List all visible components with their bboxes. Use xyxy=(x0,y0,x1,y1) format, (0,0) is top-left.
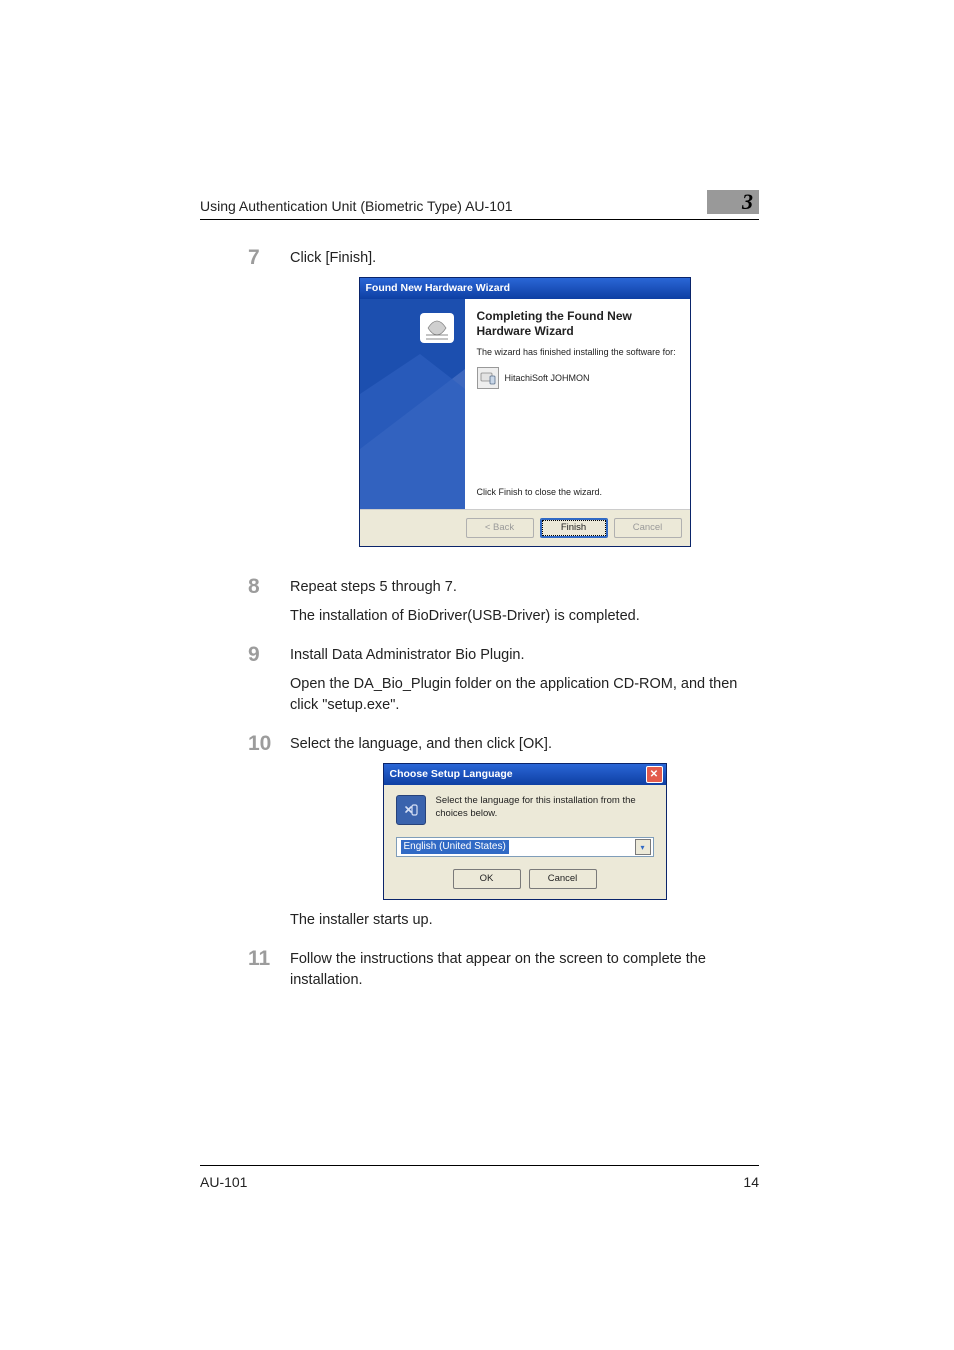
wizard-banner-image xyxy=(360,299,465,509)
language-dialog-screenshot: Choose Setup Language ✕ xyxy=(383,763,667,900)
dialog-title: Choose Setup Language xyxy=(390,767,513,782)
page-footer: AU-101 14 xyxy=(200,1165,759,1190)
step-number: 11 xyxy=(248,947,270,970)
step-8: 8 Repeat steps 5 through 7. The installa… xyxy=(200,577,759,635)
wizard-close-hint: Click Finish to close the wizard. xyxy=(477,486,680,499)
step-number: 10 xyxy=(248,732,271,755)
page-header: Using Authentication Unit (Biometric Typ… xyxy=(200,190,759,220)
step-text: The installer starts up. xyxy=(290,910,759,931)
footer-left: AU-101 xyxy=(200,1174,247,1190)
ok-button[interactable]: OK xyxy=(453,869,521,889)
cancel-button[interactable]: Cancel xyxy=(529,869,597,889)
cancel-button[interactable]: Cancel xyxy=(614,518,682,538)
selected-language: English (United States) xyxy=(401,840,509,854)
step-number: 9 xyxy=(248,643,260,666)
wizard-device-name: HitachiSoft JOHMON xyxy=(505,372,590,385)
wizard-titlebar: Found New Hardware Wizard xyxy=(360,278,690,299)
step-7: 7 Click [Finish]. Found New Hardware Wiz… xyxy=(200,248,759,567)
step-11: 11 Follow the instructions that appear o… xyxy=(200,949,759,999)
page: Using Authentication Unit (Biometric Typ… xyxy=(0,0,954,1350)
step-text: Select the language, and then click [OK]… xyxy=(290,734,759,755)
step-text: Open the DA_Bio_Plugin folder on the app… xyxy=(290,674,759,716)
chapter-badge: 3 xyxy=(707,190,759,214)
setup-icon xyxy=(396,795,426,825)
back-button[interactable]: < Back xyxy=(466,518,534,538)
step-number: 7 xyxy=(248,246,260,269)
step-text: The installation of BioDriver(USB-Driver… xyxy=(290,606,759,627)
running-title: Using Authentication Unit (Biometric Typ… xyxy=(200,198,513,214)
wizard-heading: Completing the Found New Hardware Wizard xyxy=(477,309,680,338)
wizard-button-row: < Back Finish Cancel xyxy=(360,509,690,546)
dialog-prompt: Select the language for this installatio… xyxy=(436,795,654,820)
step-10: 10 Select the language, and then click [… xyxy=(200,734,759,939)
footer-right: 14 xyxy=(743,1174,759,1190)
step-number: 8 xyxy=(248,575,260,598)
dialog-titlebar: Choose Setup Language ✕ xyxy=(384,764,666,785)
step-text: Install Data Administrator Bio Plugin. xyxy=(290,645,759,666)
wizard-device-row: HitachiSoft JOHMON xyxy=(477,367,680,389)
step-text: Follow the instructions that appear on t… xyxy=(290,949,759,991)
step-text: Repeat steps 5 through 7. xyxy=(290,577,759,598)
steps-list: 7 Click [Finish]. Found New Hardware Wiz… xyxy=(200,248,759,999)
step-text: Click [Finish]. xyxy=(290,248,759,269)
dialog-button-row: OK Cancel xyxy=(396,869,654,889)
hardware-wizard-screenshot: Found New Hardware Wizard xyxy=(359,277,691,547)
finish-button[interactable]: Finish xyxy=(540,518,608,538)
chevron-down-icon[interactable]: ▾ xyxy=(635,839,651,855)
device-icon xyxy=(477,367,499,389)
wizard-subtext: The wizard has finished installing the s… xyxy=(477,346,680,359)
language-select[interactable]: English (United States) ▾ xyxy=(396,837,654,857)
close-icon[interactable]: ✕ xyxy=(646,766,663,783)
step-9: 9 Install Data Administrator Bio Plugin.… xyxy=(200,645,759,724)
